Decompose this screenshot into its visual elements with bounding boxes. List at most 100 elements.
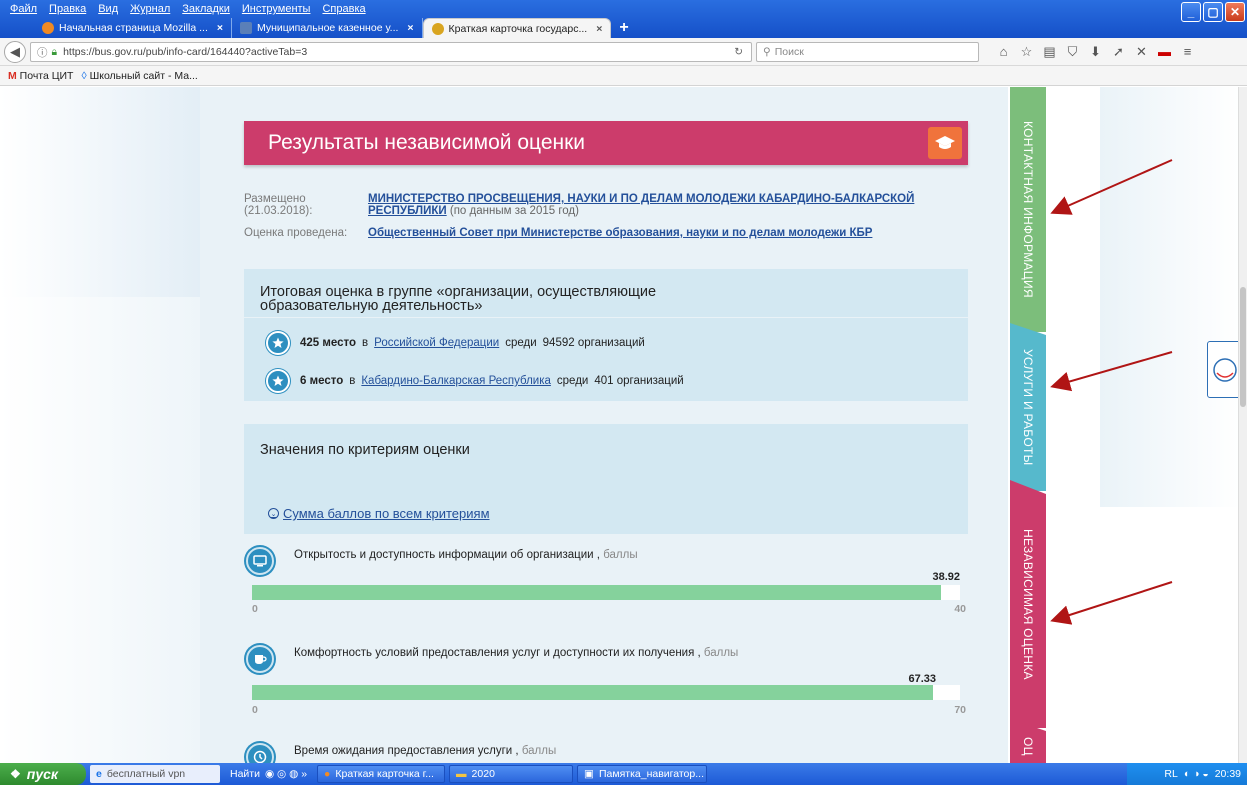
bookmark-label: Школьный сайт - Ма... [89, 69, 198, 82]
bookmark-star-icon[interactable]: ☆ [1015, 42, 1038, 62]
criterion-min: 0 [252, 603, 258, 615]
close-button[interactable]: ✕ [1225, 2, 1245, 22]
search-input[interactable]: ⚲ Поиск [756, 42, 979, 62]
menu-edit[interactable]: Правка [49, 3, 86, 15]
tab-info-card[interactable]: Краткая карточка государс... × [422, 18, 612, 38]
bookmarks-list-icon[interactable]: ▤ [1038, 42, 1061, 62]
criterion-max: 70 [954, 704, 966, 716]
bookmark-school-site[interactable]: ◊ Школьный сайт - Ма... [81, 70, 197, 82]
taskbar-search-vpn[interactable]: e бесплатный vpn [90, 765, 220, 783]
lock-icon: 🔒︎ [51, 45, 58, 58]
evaluated-label: Оценка проведена: [244, 227, 348, 239]
criterion-label: Открытость и доступность информации об о… [294, 549, 638, 561]
arrow-to-evaluation [1050, 581, 1173, 625]
criteria-box: Значения по критериям оценки ⌄ Сумма бал… [244, 424, 968, 534]
evaluated-by-link[interactable]: Общественный Совет при Министерстве обра… [368, 227, 872, 239]
folder-icon: ▬ [456, 768, 467, 780]
menu-view[interactable]: Вид [98, 3, 118, 15]
meta-info: Размещено (21.03.2018): МИНИСТЕРСТВО ПРО… [244, 193, 964, 249]
back-button[interactable]: ◀ [4, 41, 26, 63]
window-titlebar: Файл Правка Вид Журнал Закладки Инструме… [0, 0, 1247, 38]
rank-row-russia: 425 место в Российской Федерации среди 9… [266, 331, 645, 355]
extension-x-icon[interactable]: ✕ [1130, 42, 1153, 62]
start-button[interactable]: ❖ пуск [0, 763, 86, 785]
menu-help[interactable]: Справка [322, 3, 365, 15]
quicklaunch-icons: ◉ ◎ ◍ » [264, 768, 308, 780]
tab-mozilla[interactable]: Начальная страница Mozilla ... × [34, 18, 232, 38]
new-tab-button[interactable]: + [611, 18, 636, 38]
region-link-kbr[interactable]: Кабардино-Балкарская Республика [361, 375, 551, 387]
ie-icon: e [96, 768, 102, 780]
pocket-icon[interactable]: ⛉ [1061, 42, 1084, 62]
criterion-bar [252, 585, 960, 600]
region-link-russia[interactable]: Российской Федерации [374, 337, 499, 349]
taskbar: ❖ пуск e бесплатный vpn Найти ◉ ◎ ◍ » ● … [0, 763, 1247, 785]
tray-icons: ◐ ◑ ◒ [1183, 768, 1209, 780]
left-background [0, 87, 200, 763]
posted-note: (по данным за 2015 год) [449, 205, 579, 217]
posted-row: Размещено (21.03.2018): МИНИСТЕРСТВО ПРО… [244, 193, 964, 217]
firefox-icon: ● [324, 768, 331, 780]
taskbar-folder-2020[interactable]: ▬ 2020 [449, 765, 574, 783]
cup-icon [246, 645, 274, 673]
rank-count: 94592 организаций [542, 337, 645, 349]
taskbar-find[interactable]: Найти ◉ ◎ ◍ » [224, 765, 313, 783]
maximize-button[interactable]: ▢ [1203, 2, 1223, 22]
criterion-bar [252, 685, 960, 700]
toolbar-icons: ⌂ ☆ ▤ ⛉ ⬇ ➚ ✕ ▬ ≡ [992, 42, 1199, 62]
document-icon: ▣ [584, 768, 594, 780]
tab-label: Начальная страница Mozilla ... [59, 22, 208, 34]
menu-history[interactable]: Журнал [130, 3, 170, 15]
tab-close-icon[interactable]: × [407, 22, 413, 34]
system-tray: RL ◐ ◑ ◒ 20:39 [1127, 763, 1247, 785]
posted-label: Размещено (21.03.2018): [244, 193, 313, 217]
tab-close-icon[interactable]: × [217, 22, 223, 34]
search-icon: ⚲ [763, 46, 771, 58]
gmail-icon: M [8, 69, 17, 82]
minimize-button[interactable]: _ [1181, 2, 1201, 22]
flag-icon[interactable]: ▬ [1153, 42, 1176, 62]
tab-close-icon[interactable]: × [596, 23, 602, 35]
criteria-title: Значения по критериям оценки [260, 442, 470, 458]
bookmark-mail[interactable]: M Почта ЦИТ [8, 70, 73, 82]
navigation-bar: ◀ ⓘ 🔒︎ https://bus.gov.ru/pub/info-card/… [0, 38, 1247, 66]
rank-box: Итоговая оценка в группе «организации, о… [244, 269, 968, 401]
criterion-openness: Открытость и доступность информации об о… [244, 545, 968, 625]
menu-bookmarks[interactable]: Закладки [182, 3, 230, 15]
tab-municipal[interactable]: Муниципальное казенное у... × [232, 18, 423, 38]
windows-flag-icon: ❖ [10, 767, 21, 781]
download-icon[interactable]: ⬇ [1084, 42, 1107, 62]
menu-tools[interactable]: Инструменты [242, 3, 311, 15]
evaluated-row: Оценка проведена: Общественный Совет при… [244, 227, 964, 239]
chevron-down-icon: ⌄ [268, 508, 279, 519]
criteria-sum-toggle[interactable]: ⌄ Сумма баллов по всем критериям [268, 506, 490, 521]
reload-icon[interactable]: ↻ [734, 46, 743, 58]
rank-count: 401 организаций [594, 375, 684, 387]
arrow-to-contacts [1050, 159, 1173, 215]
evaluation-header: Результаты независимой оценки [244, 121, 968, 165]
info-icon[interactable]: ⓘ [37, 45, 48, 60]
browser-tabs: Начальная страница Mozilla ... × Муницип… [0, 18, 637, 38]
page-scrollbar[interactable] [1238, 87, 1247, 763]
rank-title: Итоговая оценка в группе «организации, о… [260, 284, 657, 314]
url-bar[interactable]: ⓘ 🔒︎ https://bus.gov.ru/pub/info-card/16… [30, 42, 752, 62]
window-controls: _ ▢ ✕ [1181, 2, 1245, 22]
firefox-icon [42, 22, 54, 34]
home-icon[interactable]: ⌂ [992, 42, 1015, 62]
taskbar-document[interactable]: ▣ Памятка_навигатор... [577, 765, 708, 783]
taskbar-firefox-window[interactable]: ● Краткая карточка г... [317, 765, 446, 783]
clock-icon [246, 743, 274, 763]
bookmarks-bar: M Почта ЦИТ ◊ Школьный сайт - Ма... [0, 66, 1247, 86]
menu-file[interactable]: Файл [10, 3, 37, 15]
send-icon[interactable]: ➚ [1107, 42, 1130, 62]
language-indicator[interactable]: RL [1164, 768, 1177, 780]
hamburger-menu-icon[interactable]: ≡ [1176, 42, 1199, 62]
graduation-cap-icon [928, 127, 962, 159]
criterion-waiting: Время ожидания предоставления услуги , б… [244, 741, 968, 763]
emblem-icon [431, 22, 444, 35]
star-icon [266, 331, 290, 355]
rank-place: 6 место [300, 375, 344, 387]
site-icon [240, 22, 252, 34]
search-placeholder: Поиск [774, 46, 804, 58]
tab-label: Муниципальное казенное у... [257, 22, 399, 34]
